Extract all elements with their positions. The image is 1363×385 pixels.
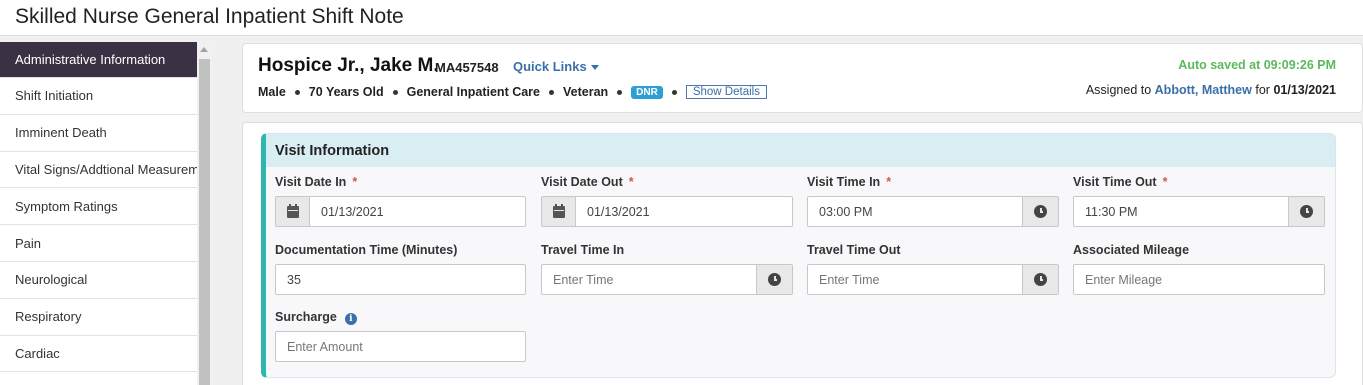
documentation-time-field[interactable]: 35	[275, 264, 526, 295]
sidebar-item-pain[interactable]: Pain	[0, 225, 197, 262]
time-picker-button[interactable]	[1022, 197, 1058, 226]
visit-time-in-field[interactable]: 03:00 PM	[807, 196, 1059, 227]
clock-icon	[1034, 205, 1047, 218]
patient-age: 70 Years Old	[308, 85, 384, 99]
travel-time-in-placeholder: Enter Time	[553, 272, 614, 287]
separator-dot	[549, 89, 554, 95]
associated-mileage-placeholder: Enter Mileage	[1085, 272, 1163, 287]
visit-date-out-value: 01/13/2021	[587, 204, 650, 219]
assigned-prefix: Assigned to	[1085, 83, 1152, 97]
travel-time-out-placeholder: Enter Time	[819, 272, 880, 287]
required-marker: *	[1162, 175, 1168, 189]
sidebar-nav: Administrative Information Shift Initiat…	[0, 42, 212, 385]
quick-links-dropdown[interactable]: Quick Links	[513, 59, 599, 74]
sidebar-item-symptom-ratings[interactable]: Symptom Ratings	[0, 188, 197, 226]
scrollbar-thumb[interactable]	[199, 59, 210, 385]
separator-dot	[392, 89, 398, 95]
travel-time-out-label: Travel Time Out	[807, 243, 901, 257]
sidebar-item-respiratory[interactable]: Respiratory	[0, 299, 197, 336]
sidebar-item-vital-signs[interactable]: Vital Signs/Addtional Measurements	[0, 152, 197, 189]
show-details-button[interactable]: Show Details	[685, 85, 767, 99]
form-card: Visit Information Visit Date In * 01/13/2…	[242, 122, 1363, 385]
surcharge-label: Surcharge i	[275, 310, 357, 325]
associated-mileage-label: Associated Mileage	[1073, 243, 1190, 257]
visit-time-in-label: Visit Time In *	[807, 175, 892, 189]
documentation-time-value: 35	[287, 272, 301, 287]
assigned-clinician-link[interactable]: Abbott, Matthew	[1155, 83, 1252, 97]
required-marker: *	[628, 175, 634, 189]
clock-icon	[768, 273, 781, 286]
patient-status: Veteran	[563, 85, 609, 99]
calendar-icon	[552, 203, 565, 218]
clock-icon	[1300, 205, 1313, 218]
patient-sex: Male	[258, 85, 286, 99]
time-picker-button[interactable]	[756, 265, 792, 294]
sidebar-item-neurological[interactable]: Neurological	[0, 262, 197, 299]
separator-dot	[617, 89, 623, 95]
travel-time-in-field[interactable]: Enter Time	[541, 264, 793, 295]
patient-mrn: MA457548	[435, 60, 499, 75]
visit-date-in-label: Visit Date In *	[275, 175, 358, 189]
quick-links-label: Quick Links	[513, 59, 587, 74]
info-icon[interactable]: i	[344, 313, 357, 325]
time-picker-button[interactable]	[1022, 265, 1058, 294]
visit-date-in-value: 01/13/2021	[321, 204, 384, 219]
separator-dot	[294, 89, 300, 95]
travel-time-in-label: Travel Time In	[541, 243, 625, 257]
auto-saved-status: Auto saved at 09:09:26 PM	[1178, 58, 1336, 72]
sidebar-item-shift-initiation[interactable]: Shift Initiation	[0, 78, 197, 115]
patient-name: Hospice Jr., Jake M.	[258, 55, 439, 76]
required-marker: *	[886, 175, 892, 189]
visit-time-out-label: Visit Time Out *	[1073, 175, 1168, 189]
associated-mileage-field[interactable]: Enter Mileage	[1073, 264, 1325, 295]
assigned-date: 01/13/2021	[1273, 83, 1336, 97]
required-marker: *	[352, 175, 358, 189]
visit-date-out-label: Visit Date Out *	[541, 175, 634, 189]
documentation-time-label: Documentation Time (Minutes)	[275, 243, 458, 257]
sidebar-item-cardiac[interactable]: Cardiac	[0, 336, 197, 373]
patient-care-type: General Inpatient Care	[406, 85, 540, 99]
assigned-for: for	[1255, 83, 1270, 97]
scroll-up-arrow-icon[interactable]	[200, 47, 208, 52]
surcharge-field[interactable]: Enter Amount	[275, 331, 526, 362]
visit-information-section: Visit Information Visit Date In * 01/13/2…	[261, 133, 1336, 378]
dnr-badge: DNR	[631, 85, 663, 99]
travel-time-out-field[interactable]: Enter Time	[807, 264, 1059, 295]
calendar-icon	[286, 203, 299, 218]
title-bar: Skilled Nurse General Inpatient Shift No…	[0, 0, 1363, 36]
time-picker-button[interactable]	[1288, 197, 1324, 226]
visit-date-in-field[interactable]: 01/13/2021	[275, 196, 526, 227]
surcharge-placeholder: Enter Amount	[287, 339, 363, 354]
sidebar-item-imminent-death[interactable]: Imminent Death	[0, 115, 197, 152]
clock-icon	[1034, 273, 1047, 286]
sidebar-item-administrative-information[interactable]: Administrative Information	[0, 42, 197, 78]
page-title: Skilled Nurse General Inpatient Shift No…	[15, 5, 404, 28]
visit-time-out-field[interactable]: 11:30 PM	[1073, 196, 1325, 227]
calendar-button[interactable]	[542, 197, 576, 226]
assignment-info: Assigned to Abbott, Matthew for 01/13/20…	[1086, 83, 1336, 97]
patient-header-card: Hospice Jr., Jake M. MA457548 Quick Link…	[242, 43, 1363, 113]
patient-demographics: Male 70 Years Old General Inpatient Care…	[258, 85, 767, 99]
calendar-button[interactable]	[276, 197, 310, 226]
visit-date-out-field[interactable]: 01/13/2021	[541, 196, 793, 227]
section-title: Visit Information	[266, 134, 1335, 167]
sidebar-scrollbar[interactable]	[197, 42, 212, 385]
visit-time-in-value: 03:00 PM	[819, 204, 873, 219]
chevron-down-icon	[590, 65, 599, 71]
visit-time-out-value: 11:30 PM	[1085, 204, 1138, 219]
separator-dot	[671, 89, 677, 95]
